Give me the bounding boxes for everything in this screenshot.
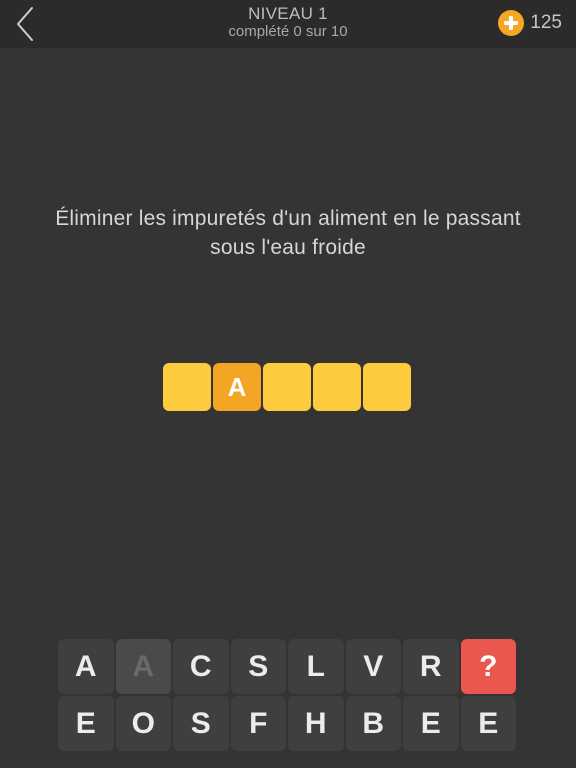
letter-key[interactable]: C <box>173 639 229 694</box>
answer-slots: A <box>163 363 411 411</box>
top-bar: NIVEAU 1 complété 0 sur 10 125 <box>0 0 576 48</box>
level-title: NIVEAU 1 <box>248 4 328 23</box>
clue-text: Éliminer les impuretés d'un aliment en l… <box>55 207 521 259</box>
answer-slot[interactable] <box>163 363 211 411</box>
letter-key[interactable]: L <box>288 639 344 694</box>
letter-key[interactable]: H <box>288 696 344 751</box>
keyboard-row-1: A A C S L V R? <box>58 639 518 694</box>
letter-key[interactable]: R <box>403 639 459 694</box>
letter-key[interactable]: A <box>58 639 114 694</box>
level-progress: complété 0 sur 10 <box>228 23 348 40</box>
letter-key[interactable]: V <box>345 639 401 694</box>
letter-key[interactable]: E <box>403 696 459 751</box>
letter-key[interactable]: S <box>230 639 286 694</box>
letter-key[interactable]: F <box>230 696 286 751</box>
coin-count: 125 <box>530 12 562 33</box>
plus-circle-icon <box>498 10 525 36</box>
letter-key[interactable]: O <box>115 696 171 751</box>
answer-slot[interactable]: A <box>213 363 261 411</box>
letter-key[interactable]: B <box>345 696 401 751</box>
letter-key[interactable]: A <box>115 639 171 694</box>
answer-slot[interactable] <box>313 363 361 411</box>
game-screen: NIVEAU 1 complété 0 sur 10 125 Éliminer … <box>0 0 576 768</box>
keyboard-row-2: EOSFHBEE <box>58 696 518 751</box>
answer-slot[interactable] <box>363 363 411 411</box>
hint-button[interactable]: ? <box>460 639 516 694</box>
letter-key[interactable]: S <box>173 696 229 751</box>
letter-key[interactable]: E <box>58 696 114 751</box>
letter-keyboard: A A C S L V R? EOSFHBEE <box>58 639 518 753</box>
coins-button[interactable]: 125 <box>498 9 562 37</box>
answer-slot[interactable] <box>263 363 311 411</box>
letter-key[interactable]: E <box>460 696 516 751</box>
